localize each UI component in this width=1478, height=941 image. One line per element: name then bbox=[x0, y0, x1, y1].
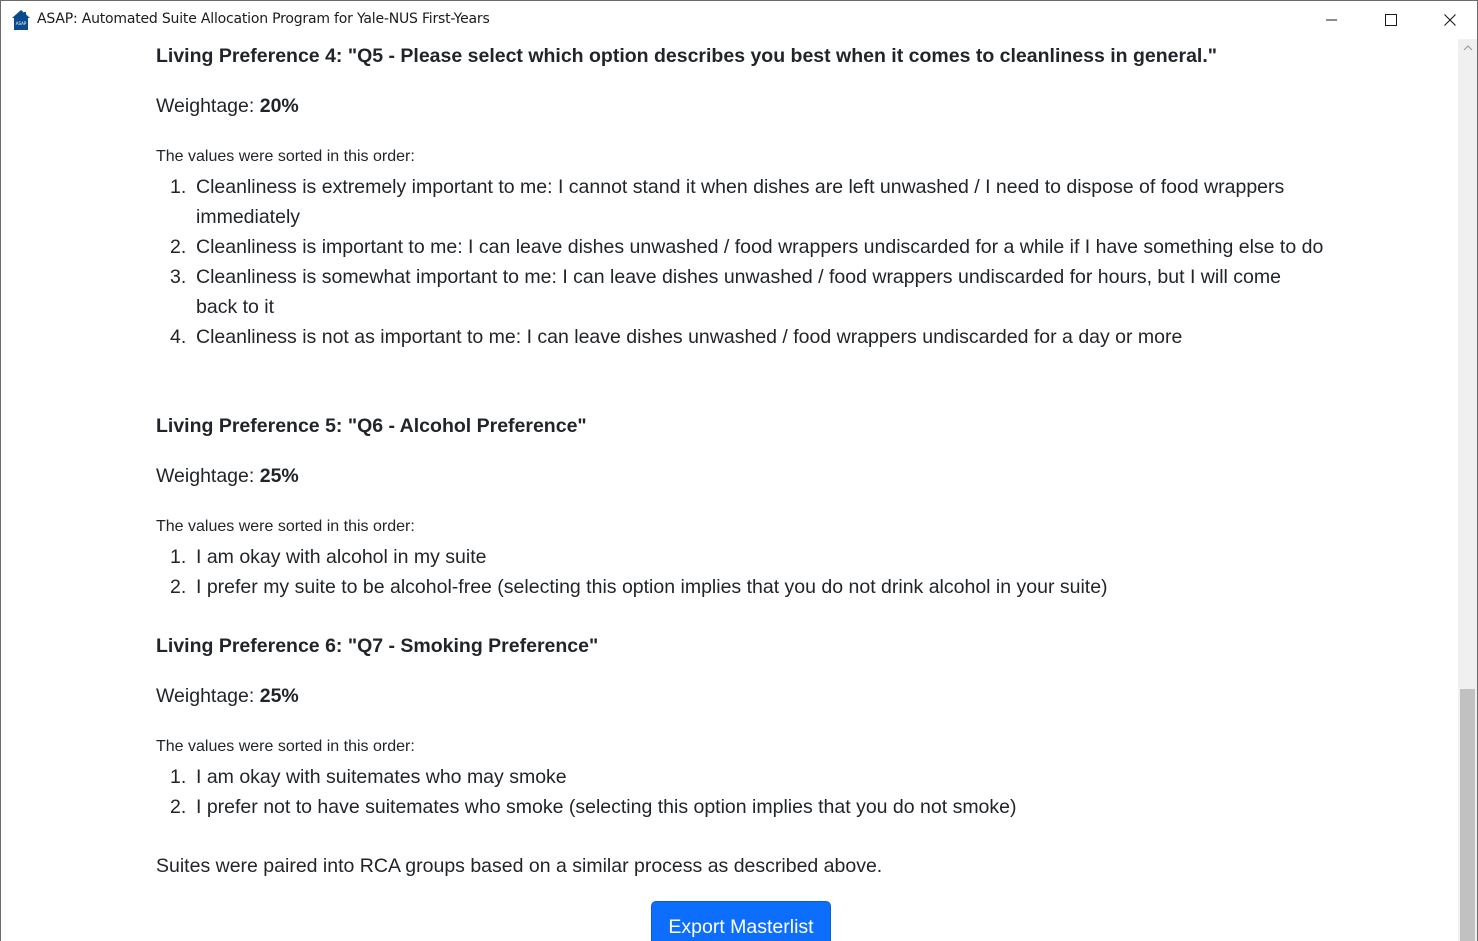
values-list: 1. Cleanliness is extremely important to … bbox=[156, 172, 1326, 352]
sorted-label: The values were sorted in this order: bbox=[156, 738, 415, 755]
app-icon-text: ASAP bbox=[16, 21, 27, 26]
weightage-text: Weightage: 20% bbox=[156, 95, 299, 118]
summary-text: Suites were paired into RCA groups based… bbox=[156, 855, 883, 877]
sorted-label: The values were sorted in this order: bbox=[156, 518, 415, 535]
weightage-label: Weightage: bbox=[156, 685, 260, 707]
scroll-up-button[interactable] bbox=[1458, 39, 1477, 56]
vertical-scrollbar[interactable] bbox=[1458, 39, 1478, 941]
list-item: 2. I prefer not to have suitemates who sm… bbox=[170, 796, 1017, 818]
list-item-text: Cleanliness is somewhat important to me:… bbox=[196, 266, 1281, 318]
close-icon bbox=[1444, 14, 1456, 26]
chevron-up-icon bbox=[1463, 44, 1472, 50]
list-item: 4. Cleanliness is not as important to me:… bbox=[170, 326, 1183, 348]
list-item: 1. I am okay with suitemates who may smok… bbox=[170, 766, 567, 788]
list-item-text: I prefer not to have suitemates who smok… bbox=[196, 796, 1017, 818]
scrollbar-thumb[interactable] bbox=[1460, 689, 1475, 941]
weightage-value: 25% bbox=[259, 685, 299, 707]
section-heading: Living Preference 5: "Q6 - Alcohol Prefe… bbox=[156, 415, 587, 437]
minimize-button[interactable] bbox=[1303, 1, 1361, 39]
weightage-label: Weightage: bbox=[156, 95, 260, 117]
maximize-icon bbox=[1385, 14, 1397, 26]
list-item: 2. Cleanliness is important to me: I can … bbox=[170, 236, 1324, 258]
export-masterlist-button[interactable]: Export Masterlist bbox=[651, 901, 831, 941]
section-heading: Living Preference 4: "Q5 - Please select… bbox=[156, 45, 1217, 67]
sorted-label: The values were sorted in this order: bbox=[156, 148, 415, 165]
weightage-text: Weightage: 25% bbox=[156, 465, 299, 488]
close-button[interactable] bbox=[1421, 1, 1478, 39]
minimize-icon bbox=[1326, 19, 1337, 21]
weightage-value: 25% bbox=[259, 465, 299, 487]
house-icon: ASAP bbox=[12, 10, 30, 30]
list-item: 1. I am okay with alcohol in my suite bbox=[170, 546, 487, 568]
list-item-text: I prefer my suite to be alcohol-free (se… bbox=[196, 576, 1108, 598]
weightage-text: Weightage: 25% bbox=[156, 685, 299, 708]
list-item-text: I am okay with suitemates who may smoke bbox=[196, 766, 567, 788]
section-heading: Living Preference 6: "Q7 - Smoking Prefe… bbox=[156, 635, 599, 657]
main-content: Living Preference 4: "Q5 - Please select… bbox=[0, 39, 1458, 941]
window-titlebar: ASAP ASAP: Automated Suite Allocation Pr… bbox=[0, 0, 1478, 39]
values-list: 1. I am okay with suitemates who may smok… bbox=[156, 762, 1326, 822]
list-item: 1. Cleanliness is extremely important to … bbox=[170, 176, 1285, 228]
window-title: ASAP: Automated Suite Allocation Program… bbox=[37, 11, 490, 27]
weightage-label: Weightage: bbox=[156, 465, 260, 487]
list-item: 3. Cleanliness is somewhat important to m… bbox=[170, 266, 1281, 318]
maximize-button[interactable] bbox=[1362, 1, 1420, 39]
list-item-text: Cleanliness is not as important to me: I… bbox=[196, 326, 1183, 348]
list-item-text: Cleanliness is extremely important to me… bbox=[196, 176, 1285, 228]
list-item: 2. I prefer my suite to be alcohol-free (… bbox=[170, 576, 1108, 598]
list-item-text: Cleanliness is important to me: I can le… bbox=[196, 236, 1324, 258]
values-list: 1. I am okay with alcohol in my suite 2. I… bbox=[156, 542, 1326, 602]
weightage-value: 20% bbox=[259, 95, 299, 117]
list-item-text: I am okay with alcohol in my suite bbox=[196, 546, 487, 568]
